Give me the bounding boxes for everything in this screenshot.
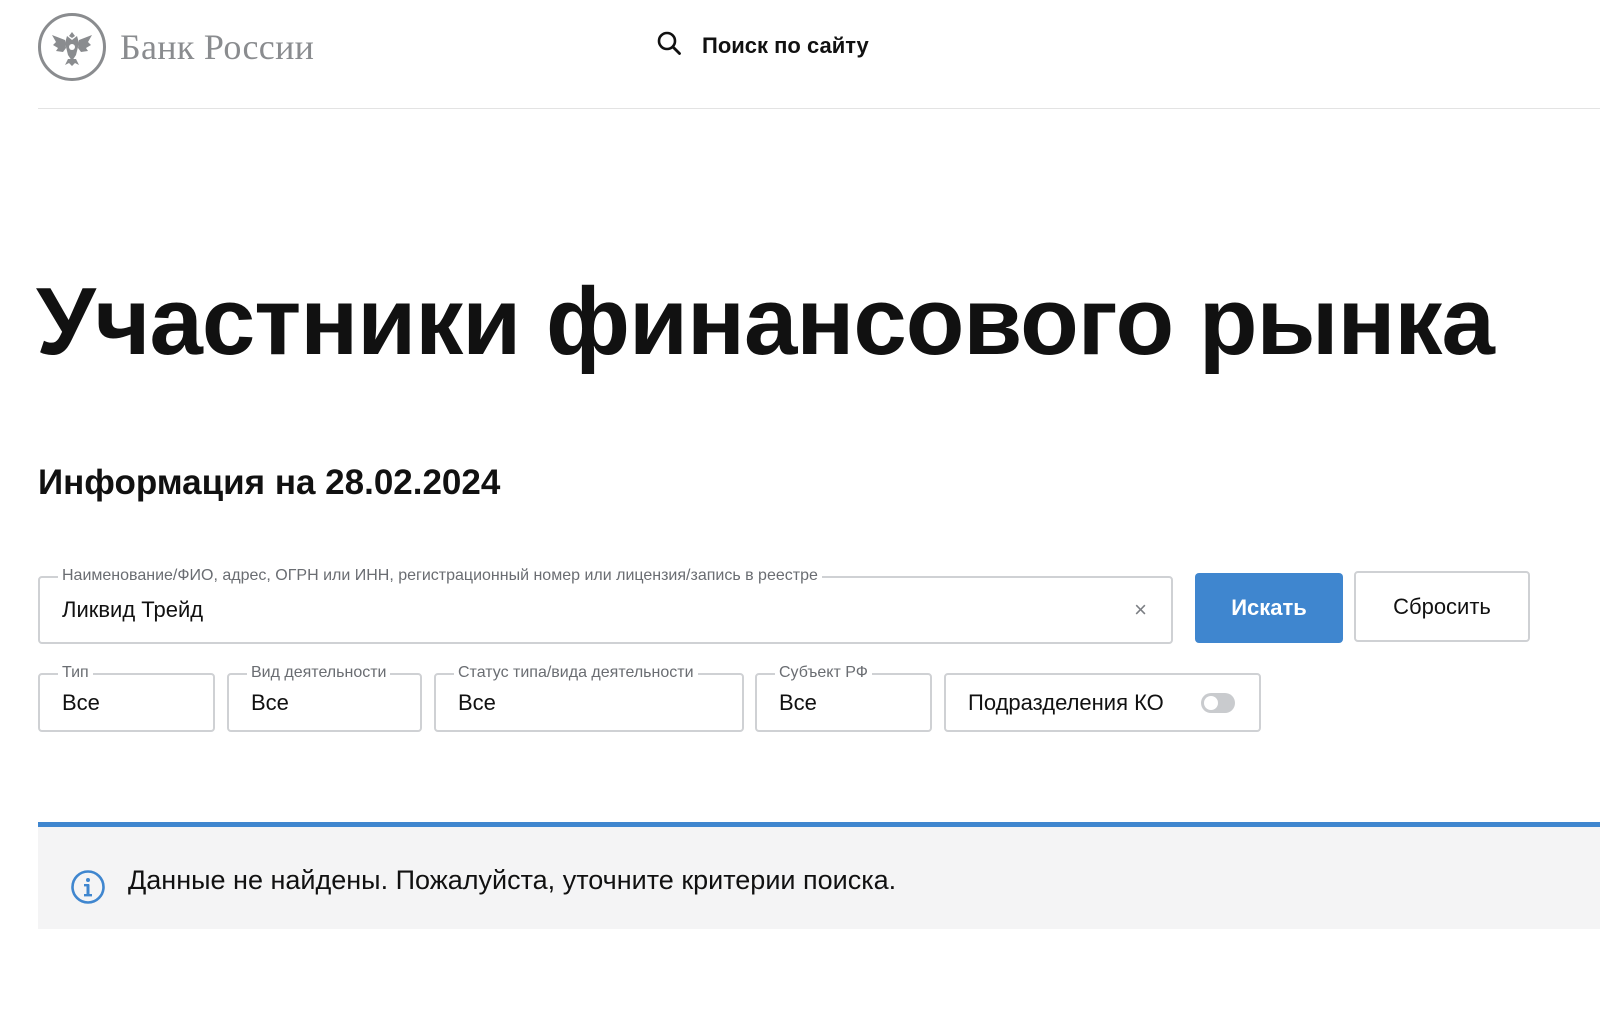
type-select-value: Все — [62, 689, 100, 715]
region-select-value: Все — [779, 689, 817, 715]
bank-emblem-icon — [38, 13, 106, 81]
notice-text: Данные не найдены. Пожалуйста, уточните … — [128, 865, 897, 895]
activity-select-value: Все — [251, 689, 289, 715]
reset-button[interactable]: Сбросить — [1354, 571, 1530, 642]
region-select[interactable]: Субъект РФ Все — [755, 664, 932, 732]
type-select[interactable]: Тип Все — [38, 664, 215, 732]
status-select[interactable]: Статус типа/вида деятельности Все — [434, 664, 744, 732]
page-title: Участники финансового рынка — [36, 268, 1495, 375]
site-header: Банк России Поиск по сайту — [38, 0, 1600, 109]
type-select-legend: Тип — [58, 664, 93, 682]
no-results-notice: Данные не найдены. Пожалуйста, уточните … — [38, 822, 1600, 929]
search-button[interactable]: Искать — [1195, 573, 1343, 643]
activity-select-legend: Вид деятельности — [247, 664, 391, 682]
toggle-knob — [1204, 695, 1218, 710]
info-icon — [70, 869, 106, 910]
status-select-value: Все — [458, 689, 496, 715]
branches-toggle-field[interactable]: Подразделения КО — [944, 673, 1261, 732]
search-input-legend: Наименование/ФИО, адрес, ОГРН или ИНН, р… — [58, 567, 822, 585]
page: Банк России Поиск по сайту Участники фин… — [0, 0, 1600, 1019]
search-input-value: Ликвид Трейд — [62, 597, 204, 622]
search-icon — [656, 30, 682, 61]
logo-text: Банк России — [120, 27, 315, 67]
site-search-link[interactable]: Поиск по сайту — [656, 30, 869, 61]
info-date-heading: Информация на 28.02.2024 — [38, 463, 501, 502]
site-search-label: Поиск по сайту — [702, 32, 869, 58]
status-select-legend: Статус типа/вида деятельности — [454, 664, 698, 682]
search-input[interactable]: Наименование/ФИО, адрес, ОГРН или ИНН, р… — [38, 567, 1173, 644]
close-icon[interactable]: × — [1134, 597, 1147, 623]
branches-toggle-switch[interactable] — [1201, 692, 1235, 713]
region-select-legend: Субъект РФ — [775, 664, 872, 682]
activity-select[interactable]: Вид деятельности Все — [227, 664, 422, 732]
branches-toggle-label: Подразделения КО — [968, 689, 1164, 715]
logo-link[interactable]: Банк России — [38, 13, 314, 81]
